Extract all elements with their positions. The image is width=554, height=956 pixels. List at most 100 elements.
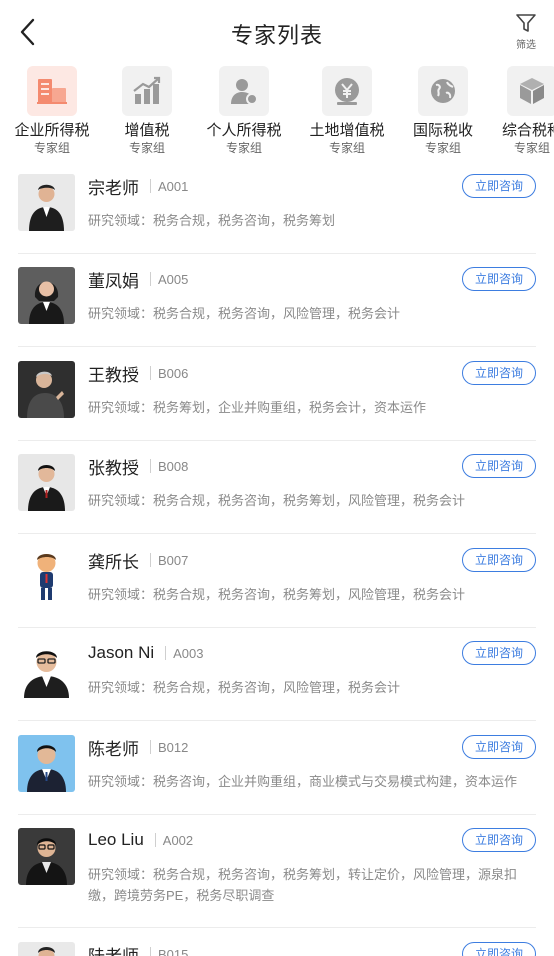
yen-coin-icon: [322, 66, 372, 116]
category-name: 增值税: [124, 122, 170, 139]
category-sub: 专家组: [424, 141, 461, 155]
expert-code: B008: [158, 458, 189, 474]
category-sub: 专家组: [513, 141, 550, 155]
expert-code: A002: [162, 832, 194, 848]
expert-row[interactable]: Leo Liu A002 研究领域：税务合规，税务咨询，税务筹划，转让定价，风险…: [18, 820, 536, 928]
divider: [18, 346, 536, 347]
expert-name: 宗老师: [88, 178, 139, 198]
consult-button[interactable]: 立即咨询: [462, 942, 536, 956]
research-field: 研究领域：税务筹划，企业并购重组，税务会计，资本运作: [88, 400, 427, 415]
expert-name: 王教授: [88, 365, 139, 385]
avatar: [18, 454, 75, 511]
building-icon: [27, 66, 77, 116]
expert-code: A001: [158, 178, 189, 194]
divider: [18, 627, 536, 628]
category-personal-income-tax[interactable]: 个人所得税 专家组: [196, 62, 292, 156]
avatar: [18, 267, 75, 324]
expert-code: A005: [158, 271, 189, 287]
expert-row[interactable]: 王教授 B006 研究领域：税务筹划，企业并购重组，税务会计，资本运作 立即咨询: [18, 353, 536, 441]
app-header: 专家列表 筛选: [0, 0, 554, 62]
category-sub: 专家组: [328, 141, 365, 155]
category-land-vat[interactable]: 土地增值税 专家组: [299, 62, 395, 156]
divider: [150, 272, 151, 286]
avatar: [18, 641, 75, 698]
research-field: 研究领域：税务合规，税务咨询，税务筹划，风险管理，税务会计: [88, 587, 466, 602]
research-field: 研究领域：税务合规，税务咨询，税务筹划，风险管理，税务会计: [88, 493, 466, 508]
expert-code: B012: [158, 739, 189, 755]
divider: [18, 720, 536, 721]
category-sub: 专家组: [225, 141, 262, 155]
research-field: 研究领域：税务合规，税务咨询，风险管理，税务会计: [88, 680, 401, 695]
divider: [150, 740, 151, 754]
filter-button[interactable]: 筛选: [510, 12, 542, 52]
consult-button[interactable]: 立即咨询: [462, 454, 536, 478]
category-name: 土地增值税: [309, 122, 385, 139]
expert-row[interactable]: 宗老师 A001 研究领域：税务合规，税务咨询，税务筹划 立即咨询: [18, 166, 536, 254]
expert-row[interactable]: Jason Ni A003 研究领域：税务合规，税务咨询，风险管理，税务会计 立…: [18, 633, 536, 721]
divider: [150, 553, 151, 567]
divider: [18, 814, 536, 815]
consult-button[interactable]: 立即咨询: [462, 641, 536, 665]
category-name: 企业所得税: [14, 122, 90, 139]
divider: [150, 459, 151, 473]
expert-row[interactable]: 龚所长 B007 研究领域：税务合规，税务咨询，税务筹划，风险管理，税务会计 立…: [18, 540, 536, 628]
filter-label: 筛选: [516, 40, 536, 51]
chart-icon: [122, 66, 172, 116]
expert-row[interactable]: 张教授 B008 研究领域：税务合规，税务咨询，税务筹划，风险管理，税务会计 立…: [18, 446, 536, 534]
category-sub: 专家组: [33, 141, 70, 155]
divider: [154, 833, 156, 847]
divider: [150, 179, 151, 193]
category-vat[interactable]: 增值税 专家组: [99, 62, 195, 156]
divider: [150, 366, 151, 380]
expert-name: 张教授: [88, 458, 139, 478]
expert-name: 董凤娟: [88, 271, 139, 291]
research-field: 研究领域：税务合规，税务咨询，税务筹划: [88, 213, 336, 228]
avatar: [18, 942, 75, 956]
category-corporate-income-tax[interactable]: 企业所得税 专家组: [4, 62, 100, 156]
divider: [18, 927, 536, 928]
category-tabs: 企业所得税 专家组 增值税 专家组 个人所得税 专家组 土地增值税 专家组 国际…: [0, 62, 554, 166]
avatar: [18, 361, 75, 418]
expert-name: 陆老师: [88, 946, 139, 956]
expert-row[interactable]: 董凤娟 A005 研究领域：税务合规，税务咨询，风险管理，税务会计 立即咨询: [18, 259, 536, 347]
avatar: [18, 174, 75, 231]
category-name: 个人所得税: [206, 122, 282, 139]
expert-code: B006: [158, 365, 189, 381]
research-field: 研究领域：税务合规，税务咨询，税务筹划，转让定价，风险管理，源泉扣缴，跨境劳务P…: [88, 867, 518, 903]
research-field: 研究领域：税务咨询，企业并购重组，商业模式与交易模式构建，资本运作: [88, 774, 518, 789]
person-icon: [219, 66, 269, 116]
research-field: 研究领域：税务合规，税务咨询，风险管理，税务会计: [88, 306, 401, 321]
consult-button[interactable]: 立即咨询: [462, 267, 536, 291]
filter-icon: [516, 14, 536, 32]
category-international-tax[interactable]: 国际税收 专家组: [395, 62, 491, 156]
expert-name: Jason Ni: [88, 643, 155, 662]
consult-button[interactable]: 立即咨询: [462, 548, 536, 572]
box-icon: [507, 66, 554, 116]
consult-button[interactable]: 立即咨询: [462, 828, 536, 852]
expert-code: B015: [158, 946, 189, 956]
consult-button[interactable]: 立即咨询: [462, 361, 536, 385]
avatar: [18, 828, 75, 885]
divider: [165, 646, 167, 660]
expert-row[interactable]: 陈老师 B012 研究领域：税务咨询，企业并购重组，商业模式与交易模式构建，资本…: [18, 727, 536, 815]
globe-icon: [418, 66, 468, 116]
avatar: [18, 548, 75, 605]
divider: [18, 533, 536, 534]
divider: [18, 253, 536, 254]
expert-code: A003: [173, 645, 204, 661]
category-comprehensive-tax[interactable]: 综合税种 专家组: [484, 62, 554, 156]
expert-name: 龚所长: [88, 552, 139, 572]
expert-row[interactable]: 陆老师 B015 立即咨询: [18, 934, 536, 956]
page-title: 专家列表: [230, 23, 323, 48]
consult-button[interactable]: 立即咨询: [462, 735, 536, 759]
divider: [18, 440, 536, 441]
avatar: [18, 735, 75, 792]
expert-name: 陈老师: [88, 739, 139, 759]
expert-name: Leo Liu: [88, 830, 144, 849]
consult-button[interactable]: 立即咨询: [462, 174, 536, 198]
category-sub: 专家组: [128, 141, 165, 155]
divider: [150, 947, 151, 956]
category-name: 综合税种: [501, 122, 554, 139]
category-name: 国际税收: [412, 122, 473, 139]
expert-code: B007: [158, 552, 189, 568]
